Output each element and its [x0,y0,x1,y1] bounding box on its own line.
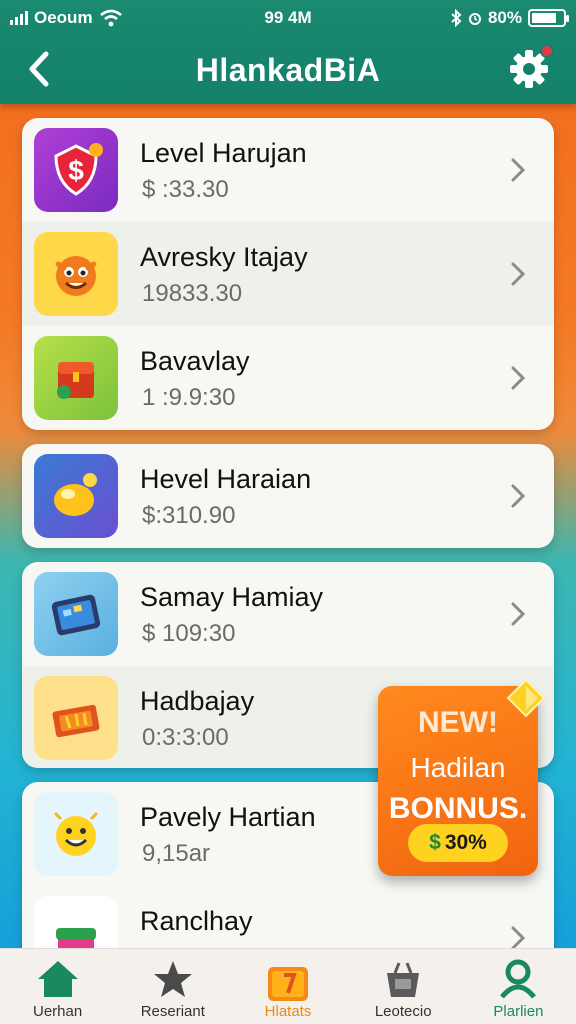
gift-box-icon [268,967,308,1001]
page-title: HlankadBiA [195,52,381,88]
monster-face-icon [34,232,118,316]
alarm-icon [468,13,481,25]
item-name: Avresky Itajay [140,242,308,272]
chevron-right-icon [511,602,526,626]
bottom-tab-bar: Uerhan Reseriant Hlatats Leotecio Plarli… [0,948,576,1024]
home-icon [37,961,78,997]
list-item[interactable]: $ Level Harujan $ :33.30 [22,118,554,222]
treasure-chest-icon [34,336,118,420]
svg-text:$: $ [68,155,84,186]
tab-home[interactable]: Uerhan [0,949,115,1024]
item-name: Ranclhay [140,906,253,936]
tab-rewards[interactable]: Hlatats [230,949,345,1024]
status-bar: Oeoum 99 4M 80% [0,0,576,36]
settings-button[interactable] [508,44,554,90]
item-name: Pavely Hartian [140,802,316,832]
tab-label: Hlatats [264,1003,312,1020]
tab-favorites[interactable]: Reseriant [115,949,230,1024]
tab-label: Leotecio [374,1003,432,1020]
smiley-emoji-icon [34,792,118,876]
item-price: 9,15ar [142,840,211,867]
list-item[interactable]: Avresky Itajay 19833.30 [22,222,554,326]
shopping-basket-icon [387,962,420,997]
item-card: Hevel Haraian $:310.90 [22,444,554,548]
tab-shop[interactable]: Leotecio [346,949,461,1024]
dollar-icon: $ [429,831,441,854]
chevron-right-icon [511,262,526,286]
item-price: $:310.90 [142,502,236,529]
list-item[interactable]: Samay Hamiay $ 109:30 [22,562,554,666]
star-icon [153,961,192,997]
user-icon [500,959,537,999]
chevron-right-icon [511,158,526,182]
gold-bars-icon [34,676,118,760]
item-name: Hevel Haraian [140,464,312,494]
chevron-right-icon [511,366,526,390]
tablet-device-icon [34,572,118,656]
bonus-percent: 30% [444,831,487,854]
list-item[interactable]: Hevel Haraian $:310.90 [22,444,554,548]
bluetooth-icon [451,9,462,27]
bonus-subtitle: BONNUS. [388,792,528,825]
app-header: Oeoum 99 4M 80% HlankadBiA [0,0,576,104]
item-card: $ Level Harujan $ :33.30 Avresky Itajay … [22,118,554,430]
item-name: Level Harujan [140,138,307,168]
battery-icon [528,9,569,27]
item-name: Hadbajay [140,686,255,716]
battery-percent: 80% [487,8,522,27]
item-price: 0:3:3:00 [142,724,229,751]
notification-dot [540,44,554,58]
item-name: Samay Hamiay [140,582,324,612]
item-price: 19833.30 [142,280,243,307]
bonus-new-label: NEW! [418,706,498,739]
item-name: Bavavlay [140,346,250,376]
tab-profile[interactable]: Plarlien [461,949,576,1024]
list-item[interactable]: Bavavlay 1 :9.9:30 [22,326,554,430]
item-price: 1 :9.9:30 [142,384,236,411]
bonus-percent-pill: $30% [408,824,508,862]
bonus-promo-badge[interactable]: NEW! Hadilan BONNUS. $30% [378,678,546,876]
bonus-title: Hadilan [410,752,506,783]
dollar-shield-icon: $ [34,128,118,212]
item-price: $ 109:30 [142,620,236,647]
chevron-right-icon [511,484,526,508]
item-price: $ :33.30 [142,176,229,203]
tab-label: Reseriant [140,1003,205,1020]
golden-orb-icon [34,454,118,538]
tab-label: Plarlien [493,1003,544,1020]
tab-label: Uerhan [33,1003,83,1020]
